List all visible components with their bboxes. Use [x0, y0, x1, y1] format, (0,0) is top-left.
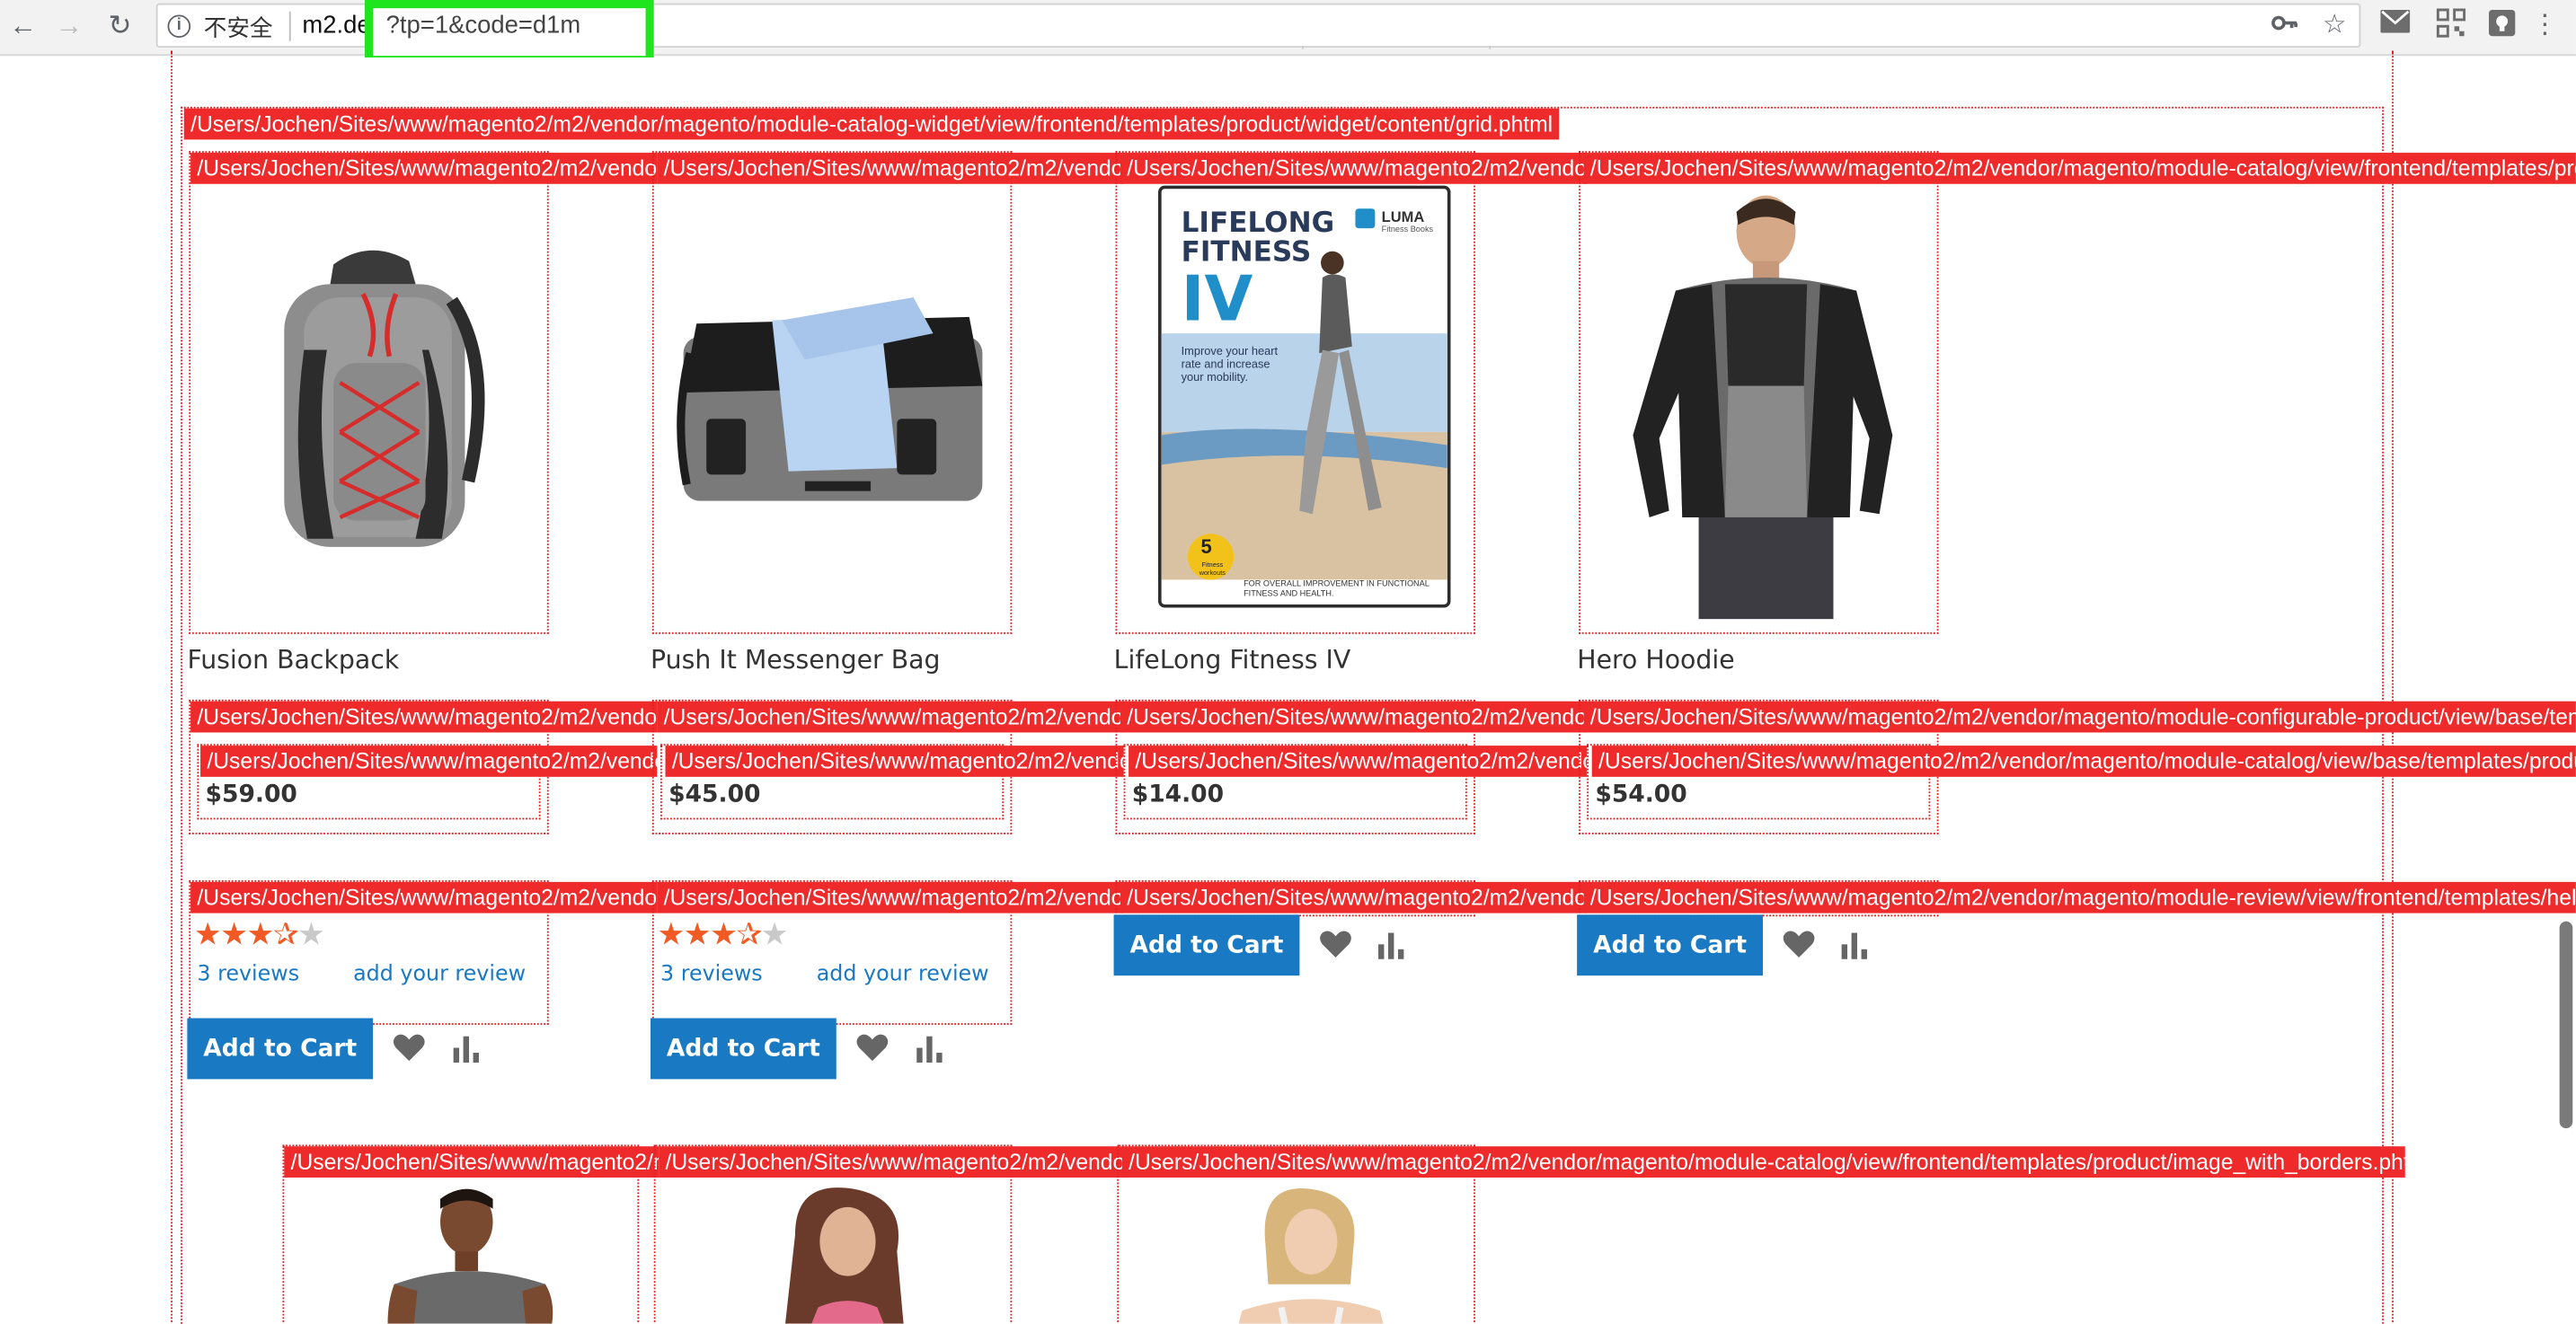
- product-name-link[interactable]: Hero Hoodie: [1577, 646, 1734, 675]
- female-top-image[interactable]: [1219, 1186, 1400, 1324]
- template-path-label: /Users/Jochen/Sites/www/magento2/m2/vend…: [659, 1146, 1124, 1178]
- product-price: $54.00: [1595, 781, 1687, 808]
- rating-stars: ★★★✰★: [193, 918, 325, 953]
- wishlist-heart-icon[interactable]: [391, 1029, 427, 1065]
- template-path-label: /Users/Jochen/Sites/www/magento2/m2/vend…: [190, 881, 658, 914]
- add-to-cart-button[interactable]: Add to Cart: [1113, 914, 1300, 976]
- push-it-messenger-bag-image[interactable]: [667, 287, 996, 517]
- compare-chart-icon[interactable]: [1374, 926, 1410, 962]
- reload-icon[interactable]: ↻: [102, 8, 137, 44]
- compare-chart-icon[interactable]: [448, 1029, 484, 1065]
- add-review-link[interactable]: add your review: [353, 962, 526, 986]
- qr-code-icon[interactable]: [2433, 8, 2469, 44]
- url-host: m2.de: [302, 11, 371, 40]
- dvd-title-line3: IV: [1181, 262, 1253, 335]
- template-path-label: /Users/Jochen/Sites/www/magento2/m2/vend…: [657, 881, 1124, 914]
- product-price: $45.00: [668, 781, 761, 808]
- template-path-label: /Users/Jochen/Sites/www/magento2/m2/vend…: [190, 701, 658, 733]
- template-path-label: /Users/Jochen/Sites/www/magento2/m2/vend…: [1129, 746, 1588, 777]
- dvd-footer: FOR OVERALL IMPROVEMENT IN FUNCTIONAL FI…: [1244, 579, 1430, 600]
- template-path-label: /Users/Jochen/Sites/www/magento2/m2/vend…: [1583, 881, 2576, 914]
- product-price: $14.00: [1131, 781, 1225, 808]
- back-arrow-icon[interactable]: ←: [4, 8, 40, 44]
- template-path-label: /Users/Jochen/Sites/www/magento2/m2/vend…: [1121, 1146, 2405, 1178]
- url-separator: [288, 11, 291, 41]
- compare-chart-icon[interactable]: [912, 1029, 948, 1065]
- mail-icon[interactable]: [2377, 8, 2413, 44]
- dvd-title-line1: LIFELONG: [1181, 207, 1335, 240]
- product-name-link[interactable]: LifeLong Fitness IV: [1114, 646, 1351, 675]
- female-tank-top-image[interactable]: [746, 1186, 943, 1324]
- dvd-tagline: Improve your heart rate and increase you…: [1181, 346, 1279, 384]
- add-review-link[interactable]: add your review: [817, 962, 989, 986]
- reviews-count-link[interactable]: 3 reviews: [197, 962, 299, 986]
- template-path-label: /Users/Jochen/Sites/www/magento2/m2/vend…: [1120, 701, 1588, 733]
- url-query: ?tp=1&code=d1m: [385, 11, 581, 40]
- extension-icon[interactable]: [2484, 8, 2520, 44]
- rating-stars: ★★★✰★: [657, 918, 788, 953]
- template-path-label: /Users/Jochen/Sites/www/magento2/m2/vend…: [657, 701, 1124, 733]
- template-path-label: /Users/Jochen/Sites/www/magento2/m2/vend…: [1120, 153, 1588, 184]
- template-path-label: /Users/Jochen/Sites/www/magento2/m2/vend…: [1120, 881, 1588, 914]
- dvd-badge-number: 5: [1200, 535, 1212, 559]
- template-path-label: /Users/Jochen/Sites/www/magento2/m2/vend…: [657, 153, 1124, 184]
- template-path-label: /Users/Jochen/Sites/www/magento2/m2/vend…: [665, 746, 1124, 777]
- add-to-cart-button[interactable]: Add to Cart: [1577, 914, 1763, 976]
- widget-template-path: /Users/Jochen/Sites/www/magento2/m2/vend…: [183, 108, 1560, 140]
- wishlist-heart-icon[interactable]: [1781, 926, 1817, 962]
- reviews-count-link[interactable]: 3 reviews: [660, 962, 763, 986]
- add-to-cart-button[interactable]: Add to Cart: [651, 1018, 837, 1080]
- wishlist-heart-icon[interactable]: [854, 1029, 890, 1065]
- page-scrollbar-thumb[interactable]: [2559, 921, 2573, 1129]
- wishlist-heart-icon[interactable]: [1317, 926, 1353, 962]
- template-path-label: /Users/Jochen/Sites/www/magento2/m2/vend…: [1583, 153, 2576, 184]
- dvd-brand-sub: Fitness Books: [1381, 225, 1434, 235]
- template-path-label: /Users/Jochen/Sites/www/magento2/m2/vend…: [200, 746, 658, 777]
- menu-kebab-icon[interactable]: ⋮: [2527, 8, 2563, 44]
- template-path-label: /Users/Jochen/Sites/www/magento2/m2/vend…: [1583, 701, 2576, 733]
- template-path-label: /Users/Jochen/Sites/www/magento2/m2/vend…: [1591, 746, 2576, 777]
- male-tank-top-image[interactable]: [381, 1186, 562, 1324]
- compare-chart-icon[interactable]: [1837, 926, 1872, 962]
- security-label: 不安全: [203, 16, 273, 43]
- info-icon[interactable]: i: [167, 14, 191, 39]
- product-price: $59.00: [205, 781, 297, 808]
- key-icon[interactable]: [2267, 8, 2303, 44]
- template-path-label: /Users/Jochen/Sites/www/magento2/m: [284, 1146, 659, 1178]
- hero-hoodie-image[interactable]: [1610, 189, 1906, 620]
- browser-toolbar: ← → ↻ i 不安全 m2.de ?tp=1&code=d1m ☆ ⋮: [0, 0, 2576, 65]
- forward-arrow-icon[interactable]: →: [51, 8, 87, 44]
- dvd-badge-text: Fitness workouts: [1199, 560, 1226, 577]
- page-content: ' ' /Users/Jochen/Sites/www/magento2/m2/…: [0, 44, 2576, 1324]
- add-to-cart-button[interactable]: Add to Cart: [187, 1018, 374, 1080]
- product-name-link[interactable]: Push It Messenger Bag: [651, 646, 940, 675]
- bookmark-star-icon[interactable]: ☆: [2316, 8, 2352, 44]
- screen: ← → ↻ i 不安全 m2.de ?tp=1&code=d1m ☆ ⋮ ' ': [0, 0, 2576, 1324]
- dvd-brand: LUMA: [1381, 208, 1425, 225]
- fusion-backpack-image[interactable]: [238, 234, 501, 563]
- template-path-label: /Users/Jochen/Sites/www/magento2/m2/vend…: [190, 153, 658, 184]
- product-name-link[interactable]: Fusion Backpack: [187, 646, 399, 675]
- lifelong-fitness-dvd-image[interactable]: LIFELONG FITNESS IV LUMA Fitness Books I…: [1158, 185, 1451, 608]
